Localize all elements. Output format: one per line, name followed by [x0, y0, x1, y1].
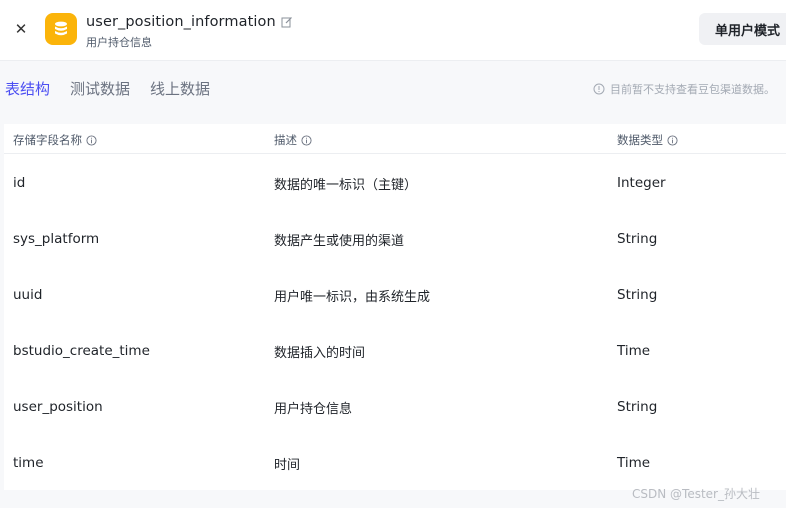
page-title: user_position_information	[86, 14, 276, 30]
field-name: id	[13, 175, 26, 191]
column-header-label: 数据类型	[617, 133, 663, 147]
field-type: String	[617, 231, 658, 247]
page-subtitle: 用户持仓信息	[86, 36, 152, 49]
field-type: String	[617, 287, 658, 303]
table-row: bstudio_create_time 数据插入的时间 Time	[4, 323, 786, 379]
table-header: 存储字段名称 描述 数据类型	[4, 124, 786, 154]
column-header-description: 描述	[274, 132, 312, 148]
table-row: sys_platform 数据产生或使用的渠道 String	[4, 211, 786, 267]
field-type: Time	[617, 343, 651, 359]
field-description: 数据的唯一标识（主键）	[274, 177, 418, 193]
header: ✕ user_position_information 用户持仓信息 单用户模式	[0, 0, 786, 61]
field-description: 时间	[274, 457, 301, 473]
tab-table-structure[interactable]: 表结构	[5, 78, 50, 102]
field-name: time	[13, 455, 44, 471]
field-name: sys_platform	[13, 231, 100, 247]
field-type: Time	[617, 455, 651, 471]
column-header-type: 数据类型	[617, 132, 678, 148]
column-header-field: 存储字段名称	[13, 132, 97, 148]
field-description: 用户持仓信息	[274, 401, 353, 417]
column-header-label: 存储字段名称	[13, 133, 82, 147]
field-description: 数据插入的时间	[274, 345, 366, 361]
tab-test-data[interactable]: 测试数据	[70, 78, 130, 102]
database-icon	[45, 13, 77, 45]
field-type: Integer	[617, 175, 666, 191]
field-name: uuid	[13, 287, 43, 303]
field-name: bstudio_create_time	[13, 343, 150, 359]
info-icon[interactable]	[667, 134, 678, 146]
single-user-mode-button[interactable]: 单用户模式	[699, 13, 786, 45]
info-icon[interactable]	[301, 134, 312, 146]
table-row: uuid 用户唯一标识，由系统生成 String	[4, 267, 786, 323]
watermark: CSDN @Tester_孙大壮	[632, 487, 760, 501]
title-block: user_position_information 用户持仓信息	[86, 12, 293, 50]
field-type: String	[617, 399, 658, 415]
field-description: 用户唯一标识，由系统生成	[274, 289, 431, 305]
info-icon	[593, 83, 605, 95]
close-icon[interactable]: ✕	[11, 19, 31, 39]
info-icon[interactable]	[86, 134, 97, 146]
table-row: user_position 用户持仓信息 String	[4, 379, 786, 435]
tab-online-data[interactable]: 线上数据	[150, 78, 210, 102]
table-row: time 时间 Time	[4, 435, 786, 491]
notice-text: 目前暂不支持查看豆包渠道数据。	[610, 83, 775, 96]
field-description: 数据产生或使用的渠道	[274, 233, 405, 249]
notice: 目前暂不支持查看豆包渠道数据。	[593, 81, 775, 97]
tab-bar: 表结构 测试数据 线上数据	[5, 78, 230, 102]
column-header-label: 描述	[274, 133, 297, 147]
field-name: user_position	[13, 399, 103, 415]
edit-icon[interactable]	[281, 16, 293, 28]
schema-table: 存储字段名称 描述 数据类型 id 数据的唯一标识（主键） Integer sy…	[4, 124, 786, 490]
table-row: id 数据的唯一标识（主键） Integer	[4, 155, 786, 211]
